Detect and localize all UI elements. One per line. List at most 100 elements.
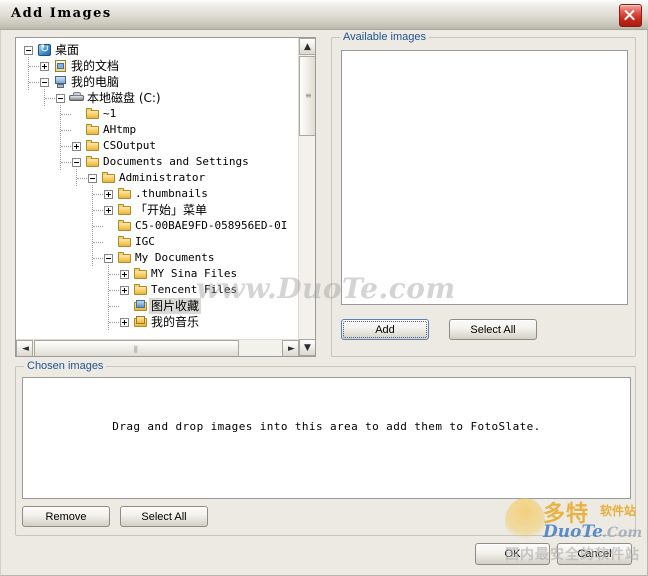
tree-horizontal-scrollbar[interactable]: ◄ ⫼ ► [16,339,299,356]
tree-guide-line [109,274,119,276]
folder-icon [117,234,133,250]
collapse-icon[interactable] [104,254,113,263]
chevron-down-icon: ▼ [304,343,311,353]
expand-icon[interactable] [120,286,129,295]
collapse-icon[interactable] [40,78,49,87]
available-select-all-label: Select All [470,324,516,336]
tree-guide-line [93,242,103,244]
available-images-listbox[interactable] [341,50,628,305]
tree-item-label: IGC [135,235,155,248]
expand-icon[interactable] [120,270,129,279]
folder-tree-panel[interactable]: 桌面我的文档我的电脑本地磁盘 (C:) ~1 AHtmp CSOutput Docume… [15,37,316,357]
tree-item-label: CSOutput [103,139,156,152]
tree-item[interactable]: Tencent Files [16,281,299,298]
tree-vertical-scrollbar[interactable]: ▲ ≡ ▼ [298,38,315,356]
tree-item[interactable]: AHtmp [16,121,299,138]
expand-icon[interactable] [104,206,113,215]
tree-item[interactable]: 我的电脑 [16,73,299,90]
tree-item[interactable]: 我的音乐 [16,313,299,330]
available-images-title: Available images [340,31,429,43]
expand-icon[interactable] [40,62,49,71]
tree-guide-line [61,162,71,164]
folder-icon [117,218,133,234]
expand-icon[interactable] [72,142,81,151]
tree-item-label: MY Sina Files [151,267,238,280]
folder-icon [117,202,133,218]
tree-item-label: Tencent Files [151,283,238,296]
tree-item-label: 「开始」菜单 [135,203,208,217]
chevron-up-icon: ▲ [304,42,311,52]
tree-item-label: My Documents [135,251,215,264]
tree-item[interactable]: 「开始」菜单 [16,201,299,218]
chosen-images-dropzone[interactable]: Drag and drop images into this area to a… [22,377,631,499]
collapse-icon[interactable] [88,174,97,183]
tree-item[interactable]: MY Sina Files [16,265,299,282]
tree-item-label: Administrator [119,171,206,184]
tree-item[interactable]: ~1 [16,105,299,122]
scroll-up-button[interactable]: ▲ [299,38,315,55]
tree-item-label: 我的文档 [71,59,120,73]
tree-guide-line [61,146,71,148]
close-icon[interactable] [619,4,642,27]
mycomputer-icon [53,74,69,90]
scroll-thumb-vertical[interactable]: ≡ [299,56,315,136]
tree-item-label: 我的电脑 [71,75,120,89]
scroll-grip-icon: ⫼ [134,345,138,354]
tree-guide-line [29,66,39,68]
chosen-images-title: Chosen images [24,360,107,372]
collapse-icon[interactable] [72,158,81,167]
add-button-label: Add [375,324,395,336]
tree-item[interactable]: My Documents [16,249,299,266]
folder-music-icon [133,314,149,330]
folder-icon [117,186,133,202]
tree-item[interactable]: IGC [16,233,299,250]
chosen-select-all-label: Select All [141,511,187,523]
scroll-down-button[interactable]: ▼ [299,339,315,356]
chosen-images-group: Chosen images Drag and drop images into … [15,360,636,536]
folder-icon [133,266,149,282]
folder-icon [101,170,117,186]
cancel-button[interactable]: Cancel [557,543,632,565]
tree-item[interactable]: C5-00BAE9FD-058956ED-0I [16,217,299,234]
tree-item[interactable]: CSOutput [16,137,299,154]
add-button[interactable]: Add [341,319,429,340]
folder-icon [85,154,101,170]
tree-item-label: C5-00BAE9FD-058956ED-0I [135,219,288,232]
collapse-icon[interactable] [56,94,65,103]
expand-icon[interactable] [104,190,113,199]
remove-button[interactable]: Remove [22,506,110,527]
scroll-right-button[interactable]: ► [282,340,299,356]
folder-icon [117,250,133,266]
tree-guide-line [93,258,103,260]
tree-item[interactable]: Documents and Settings [16,153,299,170]
drop-hint-text: Drag and drop images into this area to a… [112,420,541,433]
tree-item-label: 图片收藏 [149,298,202,314]
tree-item[interactable]: 图片收藏 [16,297,299,314]
tree-item[interactable]: Administrator [16,169,299,186]
tree-item[interactable]: 桌面 [16,41,299,58]
scroll-thumb-horizontal[interactable]: ⫼ [34,340,239,356]
drive-icon [69,90,85,106]
tree-item[interactable]: 我的文档 [16,57,299,74]
chosen-select-all-button[interactable]: Select All [120,506,208,527]
tree-item[interactable]: .thumbnails [16,185,299,202]
remove-button-label: Remove [45,511,87,523]
available-images-group: Available images Add Select All [331,31,636,357]
cancel-button-label: Cancel [577,548,612,560]
expand-icon[interactable] [120,318,129,327]
tree-item[interactable]: 本地磁盘 (C:) [16,89,299,106]
tree-guide-line [77,178,87,180]
tree-guide-line [93,194,103,196]
tree-guide-line [61,130,71,132]
title-bar[interactable]: Add Images [0,0,648,30]
desktop-icon [37,41,53,58]
folder-tree[interactable]: 桌面我的文档我的电脑本地磁盘 (C:) ~1 AHtmp CSOutput Docume… [16,38,299,356]
ok-button[interactable]: OK [475,543,550,565]
available-select-all-button[interactable]: Select All [449,319,537,340]
folder-image-icon [133,298,149,314]
folder-icon [133,282,149,298]
scroll-left-button[interactable]: ◄ [16,340,33,356]
tree-item-label: .thumbnails [135,187,208,200]
ok-button-label: OK [504,548,521,560]
collapse-icon[interactable] [24,46,33,55]
